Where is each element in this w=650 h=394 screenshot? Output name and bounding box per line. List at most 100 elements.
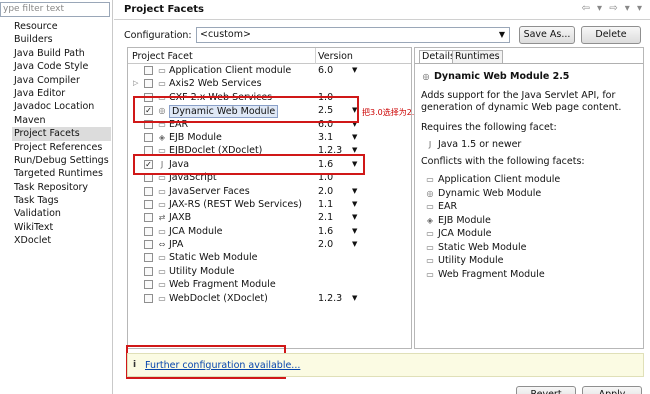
facet-row[interactable]: ▷ ▭ Axis2 Web Services	[128, 77, 411, 90]
requires-item: J Java 1.5 or newer	[425, 139, 522, 150]
facet-icon: ▭	[426, 242, 434, 252]
nav-item[interactable]: Run/Debug Settings	[12, 154, 111, 167]
facet-icon: ▭	[158, 280, 166, 290]
nav-item[interactable]: Targeted Runtimes	[12, 167, 111, 180]
conflict-item: ▭ Utility Module	[425, 255, 503, 266]
facet-row[interactable]: ▭ Web Fragment Module	[128, 278, 411, 291]
facet-name: JPA	[169, 239, 184, 251]
facet-checkbox[interactable]	[144, 280, 153, 290]
facet-checkbox[interactable]	[144, 266, 153, 276]
filter-input[interactable]: ype filter text	[0, 2, 110, 17]
chevron-down-icon[interactable]: ▼	[352, 238, 357, 251]
facet-name: Web Fragment Module	[169, 279, 276, 291]
facet-row[interactable]: ▭ JavaServer Faces 2.0 ▼	[128, 185, 411, 198]
jpa-icon: ⇔	[158, 240, 166, 250]
chevron-down-icon[interactable]: ▼	[352, 64, 357, 77]
facet-name: JAX-RS (REST Web Services)	[169, 198, 302, 210]
jaxb-icon: ⇄	[158, 213, 166, 223]
nav-item[interactable]: Java Code Style	[12, 60, 111, 73]
facet-name: JAXB	[169, 212, 192, 224]
facet-row[interactable]: ◈ EJB Module 3.1 ▼	[128, 131, 411, 144]
nav-item[interactable]: WikiText	[12, 221, 111, 234]
chevron-down-icon[interactable]: ▼	[352, 131, 357, 144]
chevron-down-icon[interactable]: ▼	[495, 28, 509, 42]
requires-label: Requires the following facet:	[421, 122, 557, 133]
facet-row[interactable]: ▭ Static Web Module	[128, 251, 411, 264]
facet-row[interactable]: ▭ WebDoclet (XDoclet) 1.2.3 ▼	[128, 292, 411, 305]
nav-item[interactable]: Builders	[12, 33, 111, 46]
nav-item[interactable]: Maven	[12, 114, 111, 127]
annotation-highlight-java	[133, 154, 365, 175]
facet-checkbox[interactable]	[144, 240, 153, 250]
nav-item[interactable]: Validation	[12, 207, 111, 220]
nav-item[interactable]: Resource	[12, 20, 111, 33]
facet-icon: ▭	[426, 202, 434, 211]
facet-name: Static Web Module	[169, 252, 258, 264]
facet-checkbox[interactable]	[144, 186, 153, 196]
history-nav-arrows-icon[interactable]: ⇦ ▾ ⇨ ▾ ▾	[581, 3, 644, 14]
nav-item[interactable]: Java Editor	[12, 87, 111, 100]
property-nav-list: Resource Builders Java Build Path Java C…	[12, 20, 111, 248]
facet-checkbox[interactable]	[144, 66, 153, 75]
facet-row[interactable]: ▭ JCA Module 1.6 ▼	[128, 225, 411, 238]
expand-arrow-icon[interactable]: ▷	[133, 77, 138, 90]
apply-button[interactable]: Apply	[582, 386, 642, 394]
facet-row[interactable]: ⇄ JAXB 2.1 ▼	[128, 211, 411, 224]
facet-version[interactable]: 1.1	[318, 198, 333, 211]
nav-item[interactable]: Java Build Path	[12, 47, 111, 60]
facet-checkbox[interactable]	[144, 253, 153, 263]
save-as-button[interactable]: Save As...	[519, 26, 575, 44]
nav-item[interactable]: XDoclet	[12, 234, 111, 247]
nav-item[interactable]: Task Repository	[12, 181, 111, 194]
chevron-down-icon[interactable]: ▼	[352, 292, 357, 305]
column-header-version[interactable]: Version	[318, 51, 353, 62]
facet-icon: ▭	[158, 199, 166, 209]
column-divider[interactable]	[315, 48, 316, 64]
facet-version[interactable]: 3.1	[318, 131, 333, 144]
column-header-facet[interactable]: Project Facet	[132, 51, 193, 62]
tab-runtimes[interactable]: Runtimes	[452, 50, 503, 63]
facet-table-header: Project Facet Version	[128, 48, 411, 64]
details-title: ◎ Dynamic Web Module 2.5	[421, 71, 570, 82]
tab-divider	[415, 63, 643, 64]
facet-row[interactable]: ▭ JAX-RS (REST Web Services) 1.1 ▼	[128, 198, 411, 211]
facet-version[interactable]: 2.0	[318, 185, 333, 198]
facet-checkbox[interactable]	[144, 199, 153, 209]
facet-checkbox[interactable]	[144, 293, 153, 303]
facet-checkbox[interactable]	[144, 132, 153, 142]
facet-checkbox[interactable]	[144, 79, 153, 89]
facet-row[interactable]: ⇔ JPA 2.0 ▼	[128, 238, 411, 251]
facet-name: JavaServer Faces	[169, 185, 250, 197]
facet-checkbox[interactable]	[144, 213, 153, 223]
facet-version[interactable]: 6.0	[318, 64, 333, 77]
chevron-down-icon[interactable]: ▼	[352, 225, 357, 238]
conflict-item: ▭ Application Client module	[425, 174, 560, 185]
chevron-down-icon[interactable]: ▼	[352, 185, 357, 198]
title-divider	[114, 19, 650, 20]
facet-row[interactable]: ▭ Utility Module	[128, 265, 411, 278]
nav-item[interactable]: Java Compiler	[12, 74, 111, 87]
nav-item[interactable]: Task Tags	[12, 194, 111, 207]
configuration-select[interactable]: <custom> ▼	[196, 27, 510, 43]
facet-version[interactable]: 1.6	[318, 225, 333, 238]
facet-table: Project Facet Version ▭ Application Clien…	[127, 47, 412, 349]
nav-item[interactable]: Javadoc Location	[12, 100, 111, 113]
chevron-down-icon[interactable]: ▼	[352, 211, 357, 224]
facet-checkbox[interactable]	[144, 226, 153, 236]
nav-item-project-facets[interactable]: Project Facets	[12, 127, 111, 141]
property-nav-panel: ype filter text Resource Builders Java B…	[0, 0, 113, 394]
facet-name: WebDoclet (XDoclet)	[169, 292, 268, 304]
nav-item[interactable]: Project References	[12, 141, 111, 154]
chevron-down-icon[interactable]: ▼	[352, 198, 357, 211]
facet-version[interactable]: 2.1	[318, 211, 333, 224]
facet-version[interactable]: 1.2.3	[318, 292, 342, 305]
facet-icon: ▭	[158, 293, 166, 303]
revert-button[interactable]: Revert	[516, 386, 576, 394]
facet-row[interactable]: ▭ Application Client module 6.0 ▼	[128, 64, 411, 77]
web-module-icon: ◎	[426, 188, 434, 198]
further-config-link[interactable]: Further configuration available...	[145, 360, 300, 371]
facet-version[interactable]: 2.0	[318, 238, 333, 251]
delete-button[interactable]: Delete	[581, 26, 641, 44]
folder-icon: ▭	[158, 79, 166, 89]
annotation-highlight-dynamic-web-module	[133, 96, 359, 123]
